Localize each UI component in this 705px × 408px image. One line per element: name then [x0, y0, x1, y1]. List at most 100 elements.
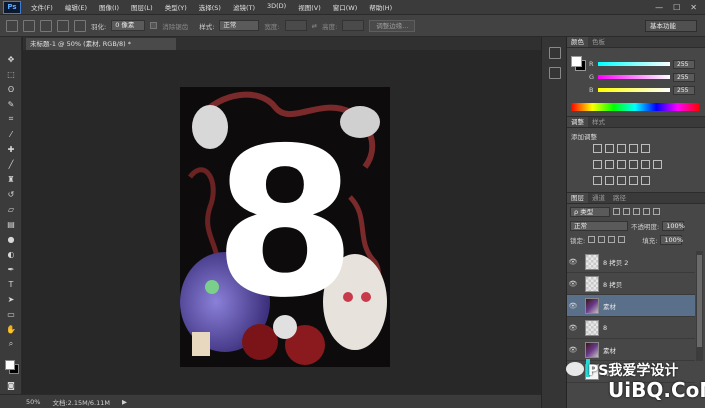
shape-tool-icon[interactable]: ▭	[5, 308, 17, 320]
maximize-icon[interactable]: ☐	[673, 3, 680, 12]
channel-b-value[interactable]: 255	[673, 85, 695, 95]
width-input[interactable]	[284, 20, 307, 31]
lock-transparent-icon[interactable]	[588, 236, 596, 243]
panel-foreground-swatch[interactable]	[571, 56, 582, 67]
workspace-select[interactable]: 基本功能	[645, 20, 697, 32]
menu-item[interactable]: 图层(L)	[125, 2, 159, 12]
tab-adjustments[interactable]: 调整	[567, 117, 588, 127]
gradient-tool-icon[interactable]: ▤	[5, 218, 17, 230]
filter-smart-icon[interactable]	[653, 208, 660, 215]
selective-color-adjust-icon[interactable]	[641, 176, 650, 185]
tab-swatches[interactable]: 色板	[588, 37, 609, 47]
refine-edge-button[interactable]: 调整边缘...	[369, 19, 416, 32]
menu-item[interactable]: 视图(V)	[292, 2, 327, 12]
add-selection-icon[interactable]	[40, 19, 52, 32]
channel-b-slider[interactable]	[598, 88, 670, 92]
visibility-eye-icon[interactable]: 👁	[567, 258, 579, 266]
move-tool-icon[interactable]: ✥	[5, 53, 17, 65]
tab-color[interactable]: 颜色	[567, 37, 588, 47]
hand-tool-icon[interactable]: ✋	[5, 323, 17, 335]
color-balance-adjust-icon[interactable]	[605, 160, 614, 169]
path-select-tool-icon[interactable]: ➤	[5, 293, 17, 305]
brush-tool-icon[interactable]: ╱	[5, 158, 17, 170]
lock-pixels-icon[interactable]	[598, 236, 606, 243]
opacity-input[interactable]: 100%	[662, 220, 685, 231]
marquee-preset-icon[interactable]	[6, 19, 18, 32]
properties-panel-icon[interactable]	[549, 67, 561, 79]
channel-mixer-adjust-icon[interactable]	[641, 160, 650, 169]
visibility-eye-icon[interactable]: 👁	[567, 280, 579, 288]
color-spectrum-bar[interactable]	[571, 103, 699, 111]
history-panel-icon[interactable]	[549, 47, 561, 59]
visibility-eye-icon[interactable]: 👁	[567, 302, 579, 310]
layers-scrollbar-thumb[interactable]	[697, 255, 702, 347]
tab-paths[interactable]: 路径	[609, 193, 630, 203]
menu-item[interactable]: 3D(D)	[261, 2, 292, 12]
brightness-adjust-icon[interactable]	[593, 144, 602, 153]
menu-item[interactable]: 帮助(H)	[363, 2, 398, 12]
vibrance-adjust-icon[interactable]	[641, 144, 650, 153]
layer-row[interactable]: 👁 素材	[567, 295, 695, 317]
filter-adjust-icon[interactable]	[623, 208, 630, 215]
menu-item[interactable]: 滤镜(T)	[227, 2, 261, 12]
feather-input[interactable]: 0 像素	[111, 20, 146, 31]
swap-icon[interactable]: ⇄	[312, 22, 317, 30]
tab-layers[interactable]: 图层	[567, 193, 588, 203]
visibility-eye-icon[interactable]: 👁	[567, 324, 579, 332]
levels-adjust-icon[interactable]	[605, 144, 614, 153]
stamp-tool-icon[interactable]: ♜	[5, 173, 17, 185]
menu-item[interactable]: 类型(Y)	[159, 2, 193, 12]
document-tab[interactable]: 未标题-1 @ 50% (素材, RGB/8) *	[26, 38, 176, 50]
layers-scrollbar[interactable]	[696, 251, 703, 361]
healing-tool-icon[interactable]: ✚	[5, 143, 17, 155]
gradient-map-adjust-icon[interactable]	[629, 176, 638, 185]
lock-position-icon[interactable]	[608, 236, 616, 243]
tab-styles[interactable]: 样式	[588, 117, 609, 127]
threshold-adjust-icon[interactable]	[617, 176, 626, 185]
filter-type-icon[interactable]	[633, 208, 640, 215]
menu-item[interactable]: 文件(F)	[25, 2, 59, 12]
menu-item[interactable]: 图像(I)	[93, 2, 125, 12]
canvas-area[interactable]: 8	[23, 50, 541, 394]
quick-select-tool-icon[interactable]: ✎	[5, 98, 17, 110]
posterize-adjust-icon[interactable]	[605, 176, 614, 185]
layer-row[interactable]: 👁 8 拷贝 2	[567, 251, 695, 273]
layer-row[interactable]: 👁 8	[567, 317, 695, 339]
new-selection-icon[interactable]	[23, 19, 35, 32]
foreground-color-swatch[interactable]	[5, 360, 15, 370]
zoom-tool-icon[interactable]: ⌕	[5, 338, 17, 350]
blur-tool-icon[interactable]: ●	[5, 233, 17, 245]
visibility-eye-icon[interactable]: 👁	[567, 346, 579, 354]
layer-filter-select[interactable]: ρ 类型	[570, 206, 610, 217]
marquee-tool-icon[interactable]: ⬚	[5, 68, 17, 80]
dodge-tool-icon[interactable]: ◐	[5, 248, 17, 260]
history-brush-tool-icon[interactable]: ↺	[5, 188, 17, 200]
menu-item[interactable]: 选择(S)	[193, 2, 227, 12]
fill-input[interactable]: 100%	[660, 234, 683, 245]
zoom-level[interactable]: 50%	[26, 398, 40, 406]
type-tool-icon[interactable]: T	[5, 278, 17, 290]
menu-item[interactable]: 窗口(W)	[327, 2, 364, 12]
style-select[interactable]: 正常	[219, 20, 260, 31]
photo-filter-adjust-icon[interactable]	[629, 160, 638, 169]
menu-item[interactable]: 编辑(E)	[59, 2, 93, 12]
channel-g-value[interactable]: 255	[673, 72, 695, 82]
lasso-tool-icon[interactable]: ʘ	[5, 83, 17, 95]
curves-adjust-icon[interactable]	[617, 144, 626, 153]
blend-mode-select[interactable]: 正常	[570, 220, 628, 231]
tab-channels[interactable]: 通道	[588, 193, 609, 203]
height-input[interactable]	[342, 20, 365, 31]
quick-mask-icon[interactable]: ◙	[5, 379, 17, 391]
channel-r-value[interactable]: 255	[673, 59, 695, 69]
hue-adjust-icon[interactable]	[593, 160, 602, 169]
lock-all-icon[interactable]	[618, 236, 626, 243]
filter-pixel-icon[interactable]	[613, 208, 620, 215]
subtract-selection-icon[interactable]	[57, 19, 69, 32]
channel-g-slider[interactable]	[598, 75, 670, 79]
channel-r-slider[interactable]	[598, 62, 670, 66]
black-white-adjust-icon[interactable]	[617, 160, 626, 169]
eyedropper-tool-icon[interactable]: ⁄	[5, 128, 17, 140]
status-arrow-icon[interactable]: ▶	[122, 398, 127, 406]
crop-tool-icon[interactable]: ⌗	[5, 113, 17, 125]
pen-tool-icon[interactable]: ✒	[5, 263, 17, 275]
